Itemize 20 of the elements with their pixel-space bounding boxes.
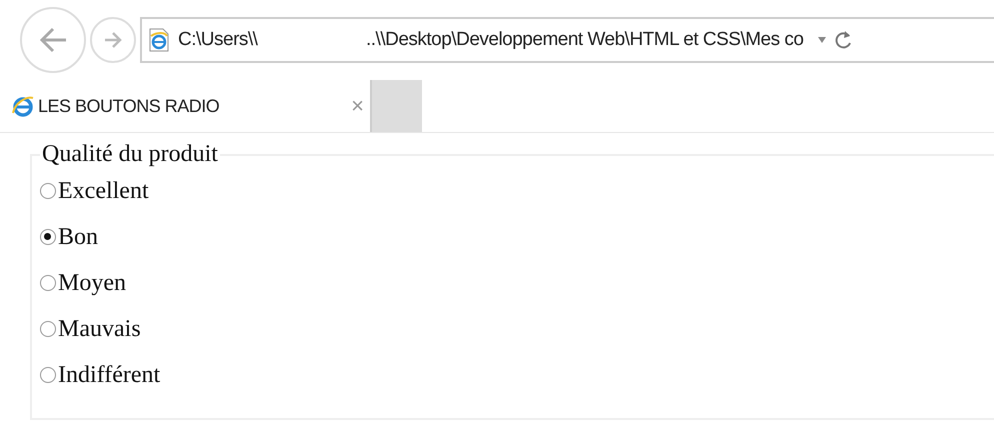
e-logo-icon (12, 95, 34, 117)
refresh-icon[interactable] (835, 30, 854, 50)
radio-button[interactable] (40, 367, 56, 383)
radio-button[interactable] (40, 275, 56, 291)
address-bar[interactable]: C:\Users\\ ..\\Desktop\Developpement Web\HTML et CSS\Mes co (140, 17, 994, 63)
radio-label: Mauvais (58, 316, 141, 342)
address-path-text: ..\\Desktop\Developpement Web\HTML et CSS\Mes co (366, 29, 804, 51)
radio-label: Excellent (58, 178, 149, 204)
radio-label: Moyen (58, 270, 126, 296)
radio-label: Indifférent (58, 362, 160, 388)
page-e-icon (148, 28, 170, 52)
address-path-text: C:\Users\\ (178, 29, 259, 51)
fieldset-legend: Qualité du produit (40, 141, 220, 168)
radio-button[interactable] (40, 229, 56, 245)
forward-button[interactable] (90, 17, 136, 63)
dropdown-caret-icon[interactable] (817, 36, 828, 44)
radio-label: Bon (58, 224, 98, 250)
radio-button[interactable] (40, 183, 56, 199)
radio-button[interactable] (40, 321, 56, 337)
tab-title: LES BOUTONS RADIO (38, 96, 220, 116)
